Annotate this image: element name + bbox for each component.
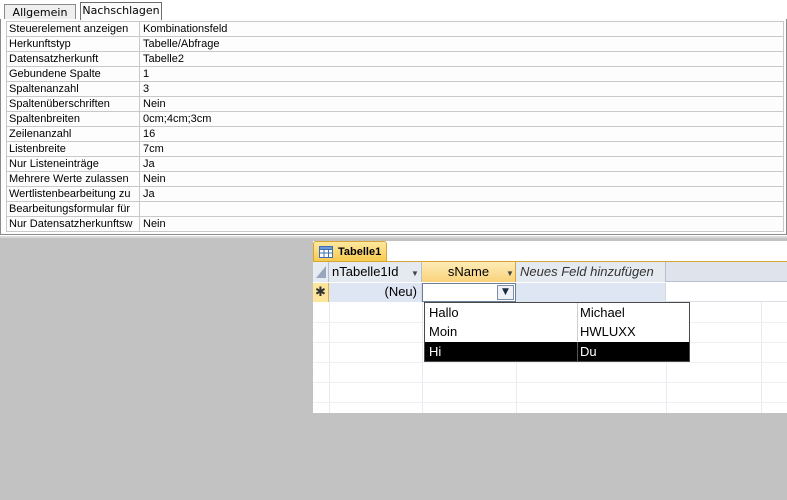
tab-allgemein[interactable]: Allgemein: [4, 4, 76, 20]
grid-line: [313, 362, 787, 363]
property-name: Mehrere Werte zulassen: [7, 172, 140, 186]
property-value[interactable]: Nein: [141, 97, 783, 111]
property-value[interactable]: Kombinationsfeld: [141, 22, 783, 36]
grid-line: [761, 302, 762, 413]
property-row-gebundene-spalte[interactable]: Gebundene Spalte 1: [6, 67, 784, 82]
grid-line: [313, 402, 787, 403]
property-name: Wertlistenbearbeitung zu: [7, 187, 140, 201]
column-divider: [577, 322, 578, 341]
property-value[interactable]: 1: [141, 67, 783, 81]
select-all-button[interactable]: [313, 262, 329, 282]
column-divider: [577, 342, 578, 361]
dropdown-option[interactable]: Hallo Michael: [425, 303, 689, 322]
property-name: Herkunftstyp: [7, 37, 140, 51]
property-row-nur-listeneintraege[interactable]: Nur Listeneinträge Ja: [6, 157, 784, 172]
property-value[interactable]: [141, 202, 783, 216]
property-row-datensatzherkunft[interactable]: Datensatzherkunft Tabelle2: [6, 52, 784, 67]
property-sheet: Steuerelement anzeigen Kombinationsfeld …: [0, 19, 787, 235]
column-header-label: sName: [447, 264, 490, 279]
property-name: Spaltenüberschriften: [7, 97, 140, 111]
workspace-divider: [0, 236, 787, 238]
property-value[interactable]: Ja: [141, 157, 783, 171]
property-row-mehrere-werte[interactable]: Mehrere Werte zulassen Nein: [6, 172, 784, 187]
column-header-ntabelle1id[interactable]: nTabelle1Id ▼: [329, 262, 422, 282]
new-record-row[interactable]: ✱ (Neu) ▼: [313, 283, 787, 302]
property-name: Bearbeitungsformular für: [7, 202, 140, 216]
property-value[interactable]: 0cm;4cm;3cm: [141, 112, 783, 126]
document-tab-tabelle1[interactable]: Tabelle1: [313, 241, 387, 262]
cell-ntabelle1id[interactable]: (Neu): [329, 283, 422, 302]
property-name: Spaltenanzahl: [7, 82, 140, 96]
property-row-wertlistenbearbeitung[interactable]: Wertlistenbearbeitung zu Ja: [6, 187, 784, 202]
property-grid: Steuerelement anzeigen Kombinationsfeld …: [6, 21, 784, 232]
property-name: Zeilenanzahl: [7, 127, 140, 141]
property-name: Nur Datensatzherkunftsw: [7, 217, 140, 231]
property-name: Spaltenbreiten: [7, 112, 140, 126]
dropdown-option-col2: HWLUXX: [580, 324, 636, 339]
dropdown-option[interactable]: Moin HWLUXX: [425, 322, 689, 341]
property-row-steuerelement[interactable]: Steuerelement anzeigen Kombinationsfeld: [6, 22, 784, 37]
table-icon: [319, 246, 333, 258]
property-row-spaltenueberschriften[interactable]: Spaltenüberschriften Nein: [6, 97, 784, 112]
property-row-bearbeitungsformular[interactable]: Bearbeitungsformular für: [6, 202, 784, 217]
property-row-zeilenanzahl[interactable]: Zeilenanzahl 16: [6, 127, 784, 142]
property-name: Nur Listeneinträge: [7, 157, 140, 171]
select-all-icon: [316, 266, 326, 278]
combo-dropdown-list: Hallo Michael Moin HWLUXX Hi Du: [424, 302, 690, 362]
combo-box-sname[interactable]: ▼: [422, 283, 516, 302]
property-name: Datensatzherkunft: [7, 52, 140, 66]
property-value[interactable]: 16: [141, 127, 783, 141]
column-header-label: nTabelle1Id: [332, 264, 399, 279]
property-value[interactable]: Ja: [141, 187, 783, 201]
column-divider: [577, 303, 578, 322]
asterisk-icon[interactable]: ✱: [313, 283, 329, 302]
property-name: Listenbreite: [7, 142, 140, 156]
dropdown-arrow-icon[interactable]: ▼: [411, 264, 419, 282]
dropdown-option-selected[interactable]: Hi Du: [425, 342, 689, 361]
grid-line: [313, 382, 787, 383]
column-header-sname[interactable]: sName ▼: [422, 262, 516, 282]
property-row-listenbreite[interactable]: Listenbreite 7cm: [6, 142, 784, 157]
property-row-herkunftstyp[interactable]: Herkunftstyp Tabelle/Abfrage: [6, 37, 784, 52]
property-row-nur-datensatzherkunft[interactable]: Nur Datensatzherkunftsw Nein: [6, 217, 784, 232]
property-value[interactable]: 3: [141, 82, 783, 96]
dropdown-option-col2: Michael: [580, 305, 625, 320]
property-row-spaltenanzahl[interactable]: Spaltenanzahl 3: [6, 82, 784, 97]
property-sheet-tabs: Allgemein Nachschlagen: [0, 0, 787, 20]
dropdown-arrow-icon[interactable]: ▼: [506, 264, 514, 282]
property-name: Steuerelement anzeigen: [7, 22, 140, 36]
property-value[interactable]: 7cm: [141, 142, 783, 156]
cell-add-field[interactable]: [516, 283, 666, 302]
dropdown-option-col2: Du: [580, 344, 597, 359]
datasheet-header: nTabelle1Id ▼ sName ▼ Neues Feld hinzufü…: [313, 262, 787, 282]
column-header-add-field[interactable]: Neues Feld hinzufügen: [516, 262, 666, 282]
tab-nachschlagen[interactable]: Nachschlagen: [80, 2, 162, 20]
chevron-down-icon[interactable]: ▼: [497, 285, 514, 300]
property-row-spaltenbreiten[interactable]: Spaltenbreiten 0cm;4cm;3cm: [6, 112, 784, 127]
grid-line: [329, 302, 330, 413]
column-header-label: Neues Feld hinzufügen: [520, 264, 654, 279]
property-name: Gebundene Spalte: [7, 67, 140, 81]
property-value[interactable]: Tabelle/Abfrage: [141, 37, 783, 51]
property-value[interactable]: Nein: [141, 172, 783, 186]
grid-line: [422, 302, 423, 413]
property-value[interactable]: Tabelle2: [141, 52, 783, 66]
dropdown-option-col1: Moin: [429, 324, 458, 339]
dropdown-option-col1: Hallo: [429, 305, 459, 320]
document-tab-label: Tabelle1: [338, 246, 382, 258]
property-value[interactable]: Nein: [141, 217, 783, 231]
dropdown-option-col1: Hi: [429, 344, 442, 359]
